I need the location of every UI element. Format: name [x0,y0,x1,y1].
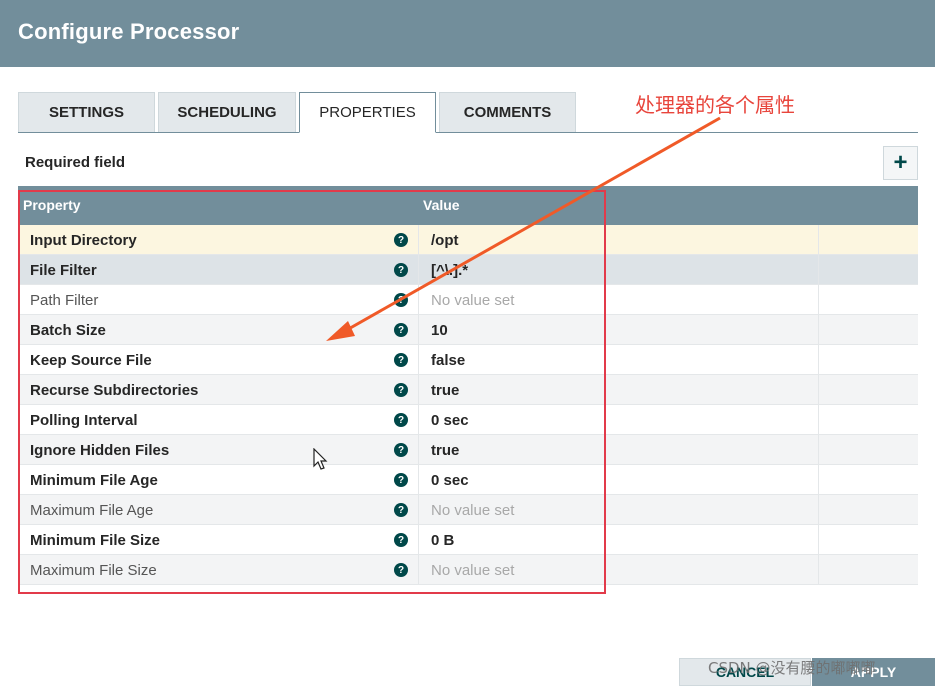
column-divider [818,285,819,315]
column-divider [418,255,419,285]
tab-comments[interactable]: COMMENTS [439,92,576,132]
help-icon[interactable]: ? [394,503,408,517]
property-name: Maximum File Size [30,562,157,579]
annotation-text: 处理器的各个属性 [635,93,795,117]
property-value[interactable]: No value set [431,562,514,579]
help-icon[interactable]: ? [394,293,408,307]
dialog-title: Configure Processor [18,19,240,44]
table-row[interactable]: Batch Size? 10 [18,315,918,345]
column-divider [418,405,419,435]
column-divider [818,435,819,465]
column-divider [818,255,819,285]
column-divider [418,555,419,585]
property-value[interactable]: [^\.].* [431,262,468,279]
property-value[interactable]: 10 [431,322,448,339]
column-divider [818,375,819,405]
help-icon[interactable]: ? [394,353,408,367]
property-value[interactable]: No value set [431,292,514,309]
column-divider [418,465,419,495]
property-value[interactable]: No value set [431,502,514,519]
table-row[interactable]: Maximum File Age? No value set [18,495,918,525]
table-row[interactable]: Polling Interval? 0 sec [18,405,918,435]
help-icon[interactable]: ? [394,323,408,337]
column-divider [818,405,819,435]
column-divider [818,525,819,555]
table-row[interactable]: Minimum File Size? 0 B [18,525,918,555]
help-icon[interactable]: ? [394,413,408,427]
property-name: Minimum File Age [30,472,158,489]
property-name: Recurse Subdirectories [30,382,199,399]
table-row[interactable]: Path Filter? No value set [18,285,918,315]
property-value[interactable]: false [431,352,465,369]
property-name: File Filter [30,262,97,279]
plus-icon: + [893,149,908,176]
tab-settings[interactable]: SETTINGS [18,92,155,132]
property-value[interactable]: 0 B [431,532,454,549]
table-row[interactable]: Minimum File Age? 0 sec [18,465,918,495]
help-icon[interactable]: ? [394,443,408,457]
column-divider [418,285,419,315]
tab-properties[interactable]: PROPERTIES [299,92,436,133]
property-name: Keep Source File [30,352,152,369]
dialog-titlebar: Configure Processor [0,0,935,67]
column-divider [818,345,819,375]
table-row[interactable]: Maximum File Size? No value set [18,555,918,585]
property-name: Ignore Hidden Files [30,442,170,459]
column-divider [818,225,819,255]
property-value[interactable]: 0 sec [431,412,469,429]
table-row[interactable]: Input Directory? /opt [18,225,918,255]
property-value[interactable]: true [431,442,459,459]
help-icon[interactable]: ? [394,473,408,487]
property-value[interactable]: 0 sec [431,472,469,489]
table-row[interactable]: Recurse Subdirectories? true [18,375,918,405]
property-name: Path Filter [30,292,99,309]
help-icon[interactable]: ? [394,233,408,247]
column-divider [818,495,819,525]
property-name: Batch Size [30,322,106,339]
property-value[interactable]: /opt [431,232,459,249]
help-icon[interactable]: ? [394,383,408,397]
tab-baseline [18,132,918,133]
column-divider [418,525,419,555]
column-divider [418,375,419,405]
table-row[interactable]: Ignore Hidden Files? true [18,435,918,465]
column-divider [418,495,419,525]
column-divider [818,465,819,495]
tab-scheduling[interactable]: SCHEDULING [158,92,296,132]
help-icon[interactable]: ? [394,563,408,577]
add-property-button[interactable]: + [883,146,918,180]
column-header-property[interactable]: Property [23,197,81,213]
table-header: Property Value [18,186,918,225]
help-icon[interactable]: ? [394,533,408,547]
watermark-text: CSDN @没有腰的嘟嘟嘟 [708,659,876,677]
column-divider [418,225,419,255]
column-header-value[interactable]: Value [423,197,460,213]
table-row[interactable]: Keep Source File? false [18,345,918,375]
property-name: Polling Interval [30,412,138,429]
column-divider [418,345,419,375]
property-value[interactable]: true [431,382,459,399]
property-name: Minimum File Size [30,532,161,549]
mouse-cursor-icon [313,448,328,470]
required-field-label: Required field [25,154,126,171]
property-name: Maximum File Age [30,502,154,519]
column-divider [818,315,819,345]
column-divider [418,315,419,345]
column-divider [418,435,419,465]
property-name: Input Directory [30,232,137,249]
properties-table: Property Value Input Directory? /opt File … [18,186,918,585]
column-divider [818,555,819,585]
help-icon[interactable]: ? [394,263,408,277]
table-row[interactable]: File Filter? [^\.].* [18,255,918,285]
